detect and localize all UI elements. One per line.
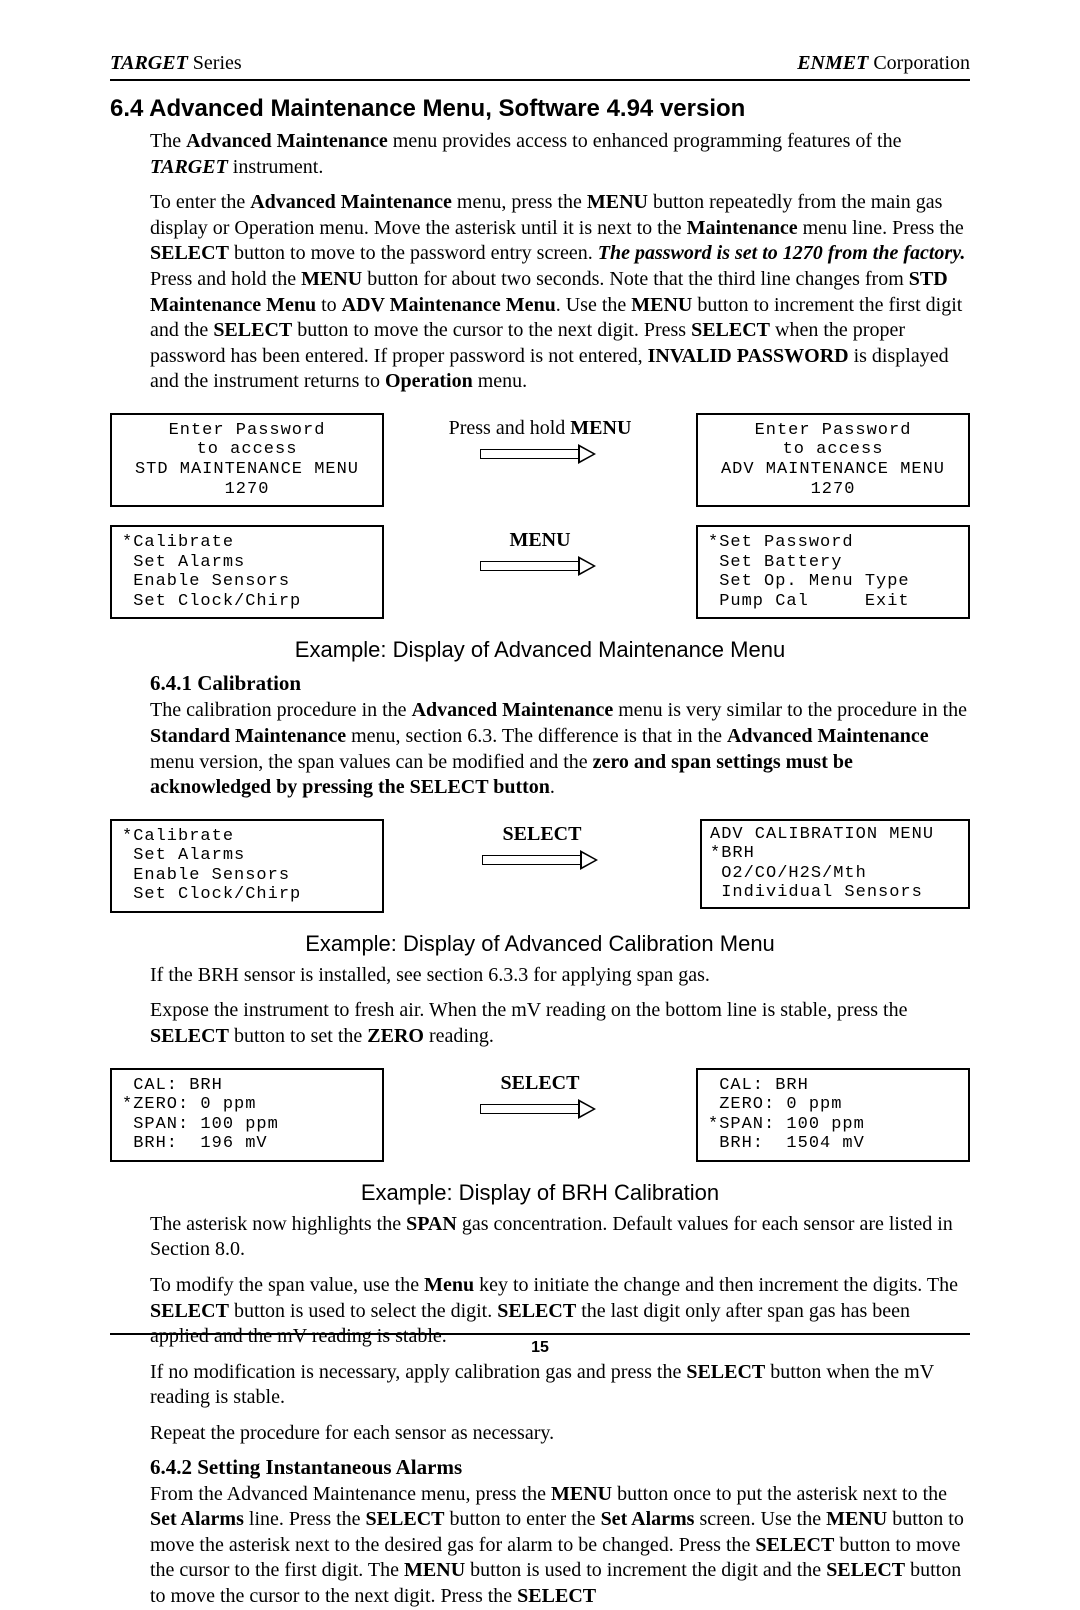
lcd-brh-zero: CAL: BRH *ZERO: 0 ppm SPAN: 100 ppm BRH:… xyxy=(110,1068,384,1162)
arrow-icon xyxy=(480,446,600,462)
display-row-4: CAL: BRH *ZERO: 0 ppm SPAN: 100 ppm BRH:… xyxy=(110,1068,970,1162)
sub-heading-calibration: 6.4.1 Calibration xyxy=(150,671,970,696)
page-number: 15 xyxy=(110,1339,970,1357)
calibration-paragraph: The calibration procedure in the Advance… xyxy=(150,698,970,800)
arrow-icon xyxy=(480,1101,600,1117)
alarms-paragraph: From the Advanced Maintenance menu, pres… xyxy=(150,1482,970,1610)
row3-label: SELECT xyxy=(417,823,667,846)
lcd-adv-password: Enter Password to access ADV MAINTENANCE… xyxy=(696,413,970,507)
intro-paragraph-2: To enter the Advanced Maintenance menu, … xyxy=(150,190,970,395)
header-right-text: Corporation xyxy=(868,52,970,74)
lcd-calibrate-menu: *Calibrate Set Alarms Enable Sensors Set… xyxy=(110,819,384,913)
row2-mid: MENU xyxy=(415,525,665,579)
caption-adv-maint: Example: Display of Advanced Maintenance… xyxy=(110,637,970,663)
zero-paragraph: Expose the instrument to fresh air. When… xyxy=(150,998,970,1049)
document-page: TARGET Series ENMET Corporation 6.4 Adva… xyxy=(0,0,1080,1397)
brand-enmet: ENMET xyxy=(797,52,868,74)
sub-heading-alarms: 6.4.2 Setting Instantaneous Alarms xyxy=(150,1455,970,1480)
lcd-std-menu: *Calibrate Set Alarms Enable Sensors Set… xyxy=(110,525,384,619)
lcd-std-password: Enter Password to access STD MAINTENANCE… xyxy=(110,413,384,507)
lcd-adv-calibration-menu: ADV CALIBRATION MENU *BRH O2/CO/H2S/Mth … xyxy=(700,819,970,909)
display-row-3: *Calibrate Set Alarms Enable Sensors Set… xyxy=(110,819,970,913)
header-left: TARGET Series xyxy=(110,52,242,75)
footer-rule xyxy=(110,1333,970,1335)
arrow-icon xyxy=(480,558,600,574)
footer: 15 xyxy=(110,1333,970,1357)
row1-mid: Press and hold MENU xyxy=(415,413,665,467)
brh-note: If the BRH sensor is installed, see sect… xyxy=(150,963,970,989)
row1-label: Press and hold MENU xyxy=(415,417,665,440)
header-right: ENMET Corporation xyxy=(797,52,970,75)
lcd-brh-span: CAL: BRH ZERO: 0 ppm *SPAN: 100 ppm BRH:… xyxy=(696,1068,970,1162)
span-paragraph: The asterisk now highlights the SPAN gas… xyxy=(150,1212,970,1263)
intro-paragraph-1: The Advanced Maintenance menu provides a… xyxy=(150,129,970,180)
row3-mid: SELECT xyxy=(417,819,667,873)
row2-label: MENU xyxy=(415,529,665,552)
header-bar: TARGET Series ENMET Corporation xyxy=(110,52,970,81)
display-row-1: Enter Password to access STD MAINTENANCE… xyxy=(110,413,970,507)
brand-target: TARGET xyxy=(110,52,188,74)
header-left-text: Series xyxy=(188,52,242,74)
section-heading: 6.4 Advanced Maintenance Menu, Software … xyxy=(110,95,970,123)
caption-adv-cal: Example: Display of Advanced Calibration… xyxy=(110,931,970,957)
repeat-paragraph: Repeat the procedure for each sensor as … xyxy=(150,1421,970,1447)
display-row-2: *Calibrate Set Alarms Enable Sensors Set… xyxy=(110,525,970,619)
row4-mid: SELECT xyxy=(415,1068,665,1122)
row4-label: SELECT xyxy=(415,1072,665,1095)
lcd-adv-menu: *Set Password Set Battery Set Op. Menu T… xyxy=(696,525,970,619)
caption-brh-cal: Example: Display of BRH Calibration xyxy=(110,1180,970,1206)
nomod-paragraph: If no modification is necessary, apply c… xyxy=(150,1360,970,1411)
arrow-icon xyxy=(482,852,602,868)
